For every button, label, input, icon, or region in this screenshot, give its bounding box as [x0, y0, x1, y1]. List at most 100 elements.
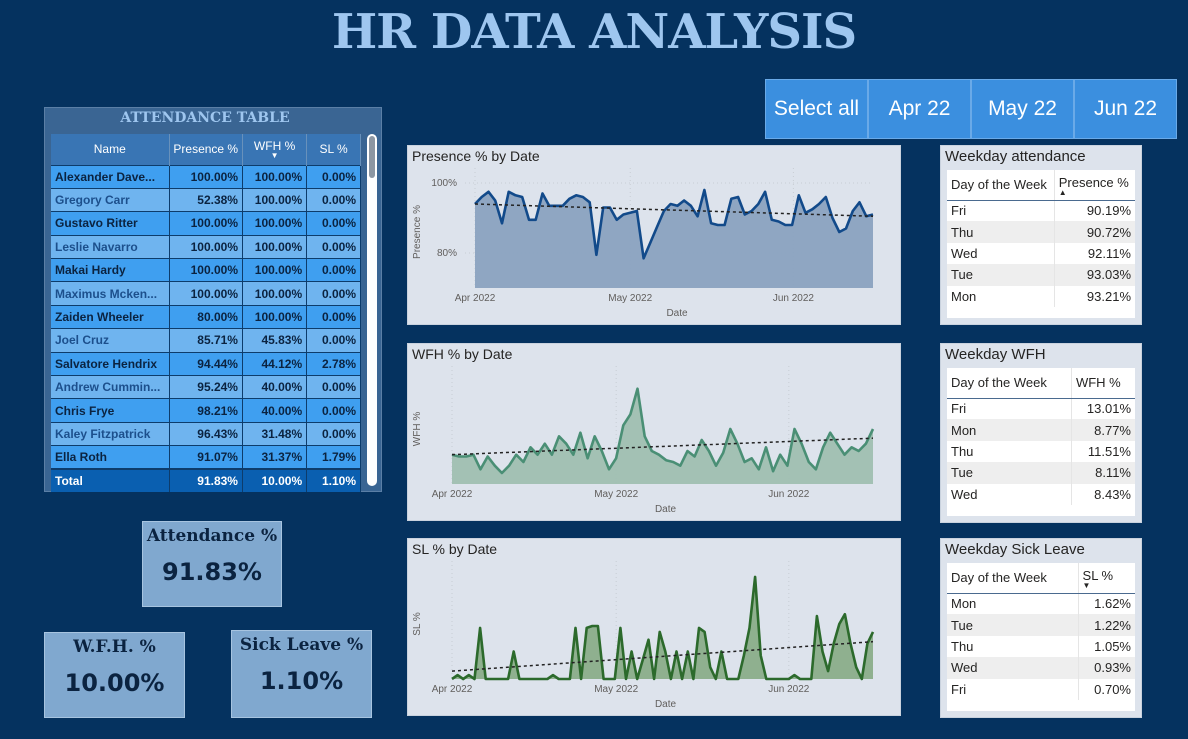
- weekday-sl-panel: Weekday Sick Leave Day of the Week SL % …: [940, 538, 1142, 718]
- table-row[interactable]: Tue 1.22%: [947, 614, 1135, 636]
- table-row[interactable]: Thu 11.51%: [947, 440, 1135, 463]
- table-row[interactable]: Kaley Fitzpatrick 96.43% 31.48% 0.00%: [51, 421, 361, 446]
- col-header-day[interactable]: Day of the Week: [947, 368, 1072, 399]
- y-tick-label: 100%: [431, 178, 457, 189]
- weekday-attendance-panel: Weekday attendance Day of the Week Prese…: [940, 145, 1142, 325]
- series-area: [452, 388, 873, 484]
- sort-up-icon: ▲: [1058, 187, 1067, 197]
- table-row[interactable]: Gregory Carr 52.38% 100.00% 0.00%: [51, 187, 361, 212]
- table-row[interactable]: Ella Roth 91.07% 31.37% 1.79%: [51, 445, 361, 470]
- cell-wfh: 31.37%: [242, 445, 308, 470]
- cell-day: Fri: [951, 203, 967, 219]
- cell-value: 93.03%: [1053, 264, 1135, 286]
- cell-wfh: 45.83%: [242, 328, 308, 353]
- table-row[interactable]: Thu 90.72%: [947, 221, 1135, 243]
- table-row[interactable]: Wed 0.93%: [947, 657, 1135, 679]
- table-row[interactable]: Mon 1.62%: [947, 593, 1135, 615]
- col-header-presence[interactable]: Presence % ▲: [1053, 170, 1135, 201]
- cell-name: Alexander Dave...: [51, 164, 170, 189]
- cell-presence: 100.00%: [169, 211, 243, 236]
- cell-day: Fri: [951, 681, 967, 697]
- table-row[interactable]: Fri 90.19%: [947, 200, 1135, 222]
- cell-presence: 80.00%: [169, 304, 243, 329]
- cell-name: Gustavo Ritter: [51, 211, 170, 236]
- kpi-wfh-card: W.F.H. % 10.00%: [44, 632, 185, 718]
- cell-day: Mon: [947, 419, 1072, 441]
- table-row[interactable]: Salvatore Hendrix 94.44% 44.12% 2.78%: [51, 351, 361, 376]
- col-header-name[interactable]: Name: [51, 134, 170, 165]
- kpi-wfh-value: 10.00%: [64, 669, 165, 697]
- table-scrollbar[interactable]: [367, 134, 377, 486]
- table-row[interactable]: Tue 8.11%: [947, 462, 1135, 484]
- cell-name: Makai Hardy: [51, 258, 170, 282]
- table-row[interactable]: Mon 8.77%: [947, 419, 1135, 441]
- cell-name: Maximus Mcken...: [51, 281, 170, 306]
- kpi-attendance-value: 91.83%: [162, 558, 262, 586]
- table-row[interactable]: Gustavo Ritter 100.00% 100.00% 0.00%: [51, 211, 361, 236]
- table-row[interactable]: Maximus Mcken... 100.00% 100.00% 0.00%: [51, 281, 361, 306]
- cell-value: 90.72%: [1053, 221, 1135, 243]
- table-row[interactable]: Tue 93.03%: [947, 264, 1135, 286]
- cell-presence: 52.38%: [169, 187, 243, 212]
- table-row[interactable]: Alexander Dave... 100.00% 100.00% 0.00%: [51, 164, 361, 189]
- table-row[interactable]: Wed 92.11%: [947, 242, 1135, 265]
- cell-day: Tue: [947, 462, 1072, 484]
- col-header-sl[interactable]: SL % ▼: [1077, 563, 1135, 594]
- col-header-presence[interactable]: Presence %: [169, 134, 243, 165]
- chart-svg: Apr 2022 May 2022 Jun 2022 Date SL %: [412, 561, 875, 710]
- cell-day: Thu: [951, 638, 974, 654]
- cell-wfh: 100.00%: [242, 211, 308, 236]
- cell-name: Ella Roth: [51, 445, 170, 470]
- weekday-wfh-panel: Weekday WFH Day of the Week WFH % Fri 13.…: [940, 343, 1142, 523]
- cell-sl: 0.00%: [306, 187, 361, 212]
- table-row[interactable]: Fri 0.70%: [947, 678, 1135, 700]
- kpi-sick-leave-label: Sick Leave %: [239, 635, 364, 655]
- scrollbar-thumb[interactable]: [369, 136, 375, 178]
- table-row[interactable]: Makai Hardy 100.00% 100.00% 0.00%: [51, 258, 361, 282]
- col-header-day[interactable]: Day of the Week: [947, 170, 1055, 201]
- presence-chart-panel[interactable]: Presence % by Date 100% 80% Apr 2022 May 20…: [407, 145, 901, 325]
- attendance-table: Name Presence % WFH % ▼ SL % Alexander D…: [51, 134, 361, 493]
- table-row[interactable]: Thu 1.05%: [947, 635, 1135, 658]
- cell-value: 1.62%: [1077, 593, 1135, 615]
- cell-value: 92.11%: [1053, 242, 1135, 265]
- sl-chart-panel[interactable]: SL % by Date Apr 2022 May 2022 Jun 2022 Dat…: [407, 538, 901, 716]
- table-row[interactable]: Chris Frye 98.21% 40.00% 0.00%: [51, 398, 361, 423]
- slicer-apr-button[interactable]: Apr 22: [868, 79, 971, 139]
- cell-day: Wed: [951, 486, 978, 502]
- col-header-day[interactable]: Day of the Week: [947, 563, 1079, 594]
- cell-sl: 0.00%: [306, 164, 361, 189]
- table-total-row: Total 91.83% 10.00% 1.10%: [51, 468, 361, 493]
- cell-wfh: 100.00%: [242, 164, 308, 189]
- cell-presence: 95.24%: [169, 375, 243, 399]
- table-row[interactable]: Zaiden Wheeler 80.00% 100.00% 0.00%: [51, 304, 361, 329]
- x-tick-label: May 2022: [608, 293, 652, 304]
- cell-wfh: 44.12%: [242, 351, 308, 376]
- cell-presence: 96.43%: [169, 421, 243, 446]
- wfh-chart-panel[interactable]: WFH % by Date Apr 2022 May 2022 Jun 2022 Da…: [407, 343, 901, 521]
- table-row[interactable]: Mon 93.21%: [947, 285, 1135, 307]
- col-header-sl[interactable]: SL %: [306, 134, 361, 165]
- x-tick-label: Apr 2022: [432, 684, 473, 695]
- table-row[interactable]: Leslie Navarro 100.00% 100.00% 0.00%: [51, 234, 361, 259]
- table-row[interactable]: Fri 13.01%: [947, 398, 1135, 420]
- col-header-wfh[interactable]: WFH %: [1070, 368, 1135, 399]
- x-tick-label: Jun 2022: [768, 684, 810, 695]
- table-row[interactable]: Wed 8.43%: [947, 483, 1135, 505]
- cell-sl: 0.00%: [306, 211, 361, 236]
- cell-value: 90.19%: [1053, 200, 1135, 222]
- cell-day: Tue: [947, 614, 1079, 636]
- slicer-jun-button[interactable]: Jun 22: [1074, 79, 1177, 139]
- slicer-may-button[interactable]: May 22: [971, 79, 1074, 139]
- cell-value: 8.77%: [1070, 419, 1135, 441]
- slicer-select-all-button[interactable]: Select all: [765, 79, 868, 139]
- col-header-wfh[interactable]: WFH % ▼: [242, 134, 308, 165]
- kpi-attendance-label: Attendance %: [146, 526, 278, 546]
- cell-sl: 0.00%: [306, 328, 361, 353]
- y-axis-label: WFH %: [412, 412, 423, 447]
- table-row[interactable]: Andrew Cummin... 95.24% 40.00% 0.00%: [51, 375, 361, 399]
- weekday-attendance-table: Day of the Week Presence % ▲ Fri 90.19% Th…: [947, 170, 1135, 307]
- table-row[interactable]: Joel Cruz 85.71% 45.83% 0.00%: [51, 328, 361, 353]
- total-label: Total: [51, 468, 170, 493]
- cell-presence: 100.00%: [169, 258, 243, 282]
